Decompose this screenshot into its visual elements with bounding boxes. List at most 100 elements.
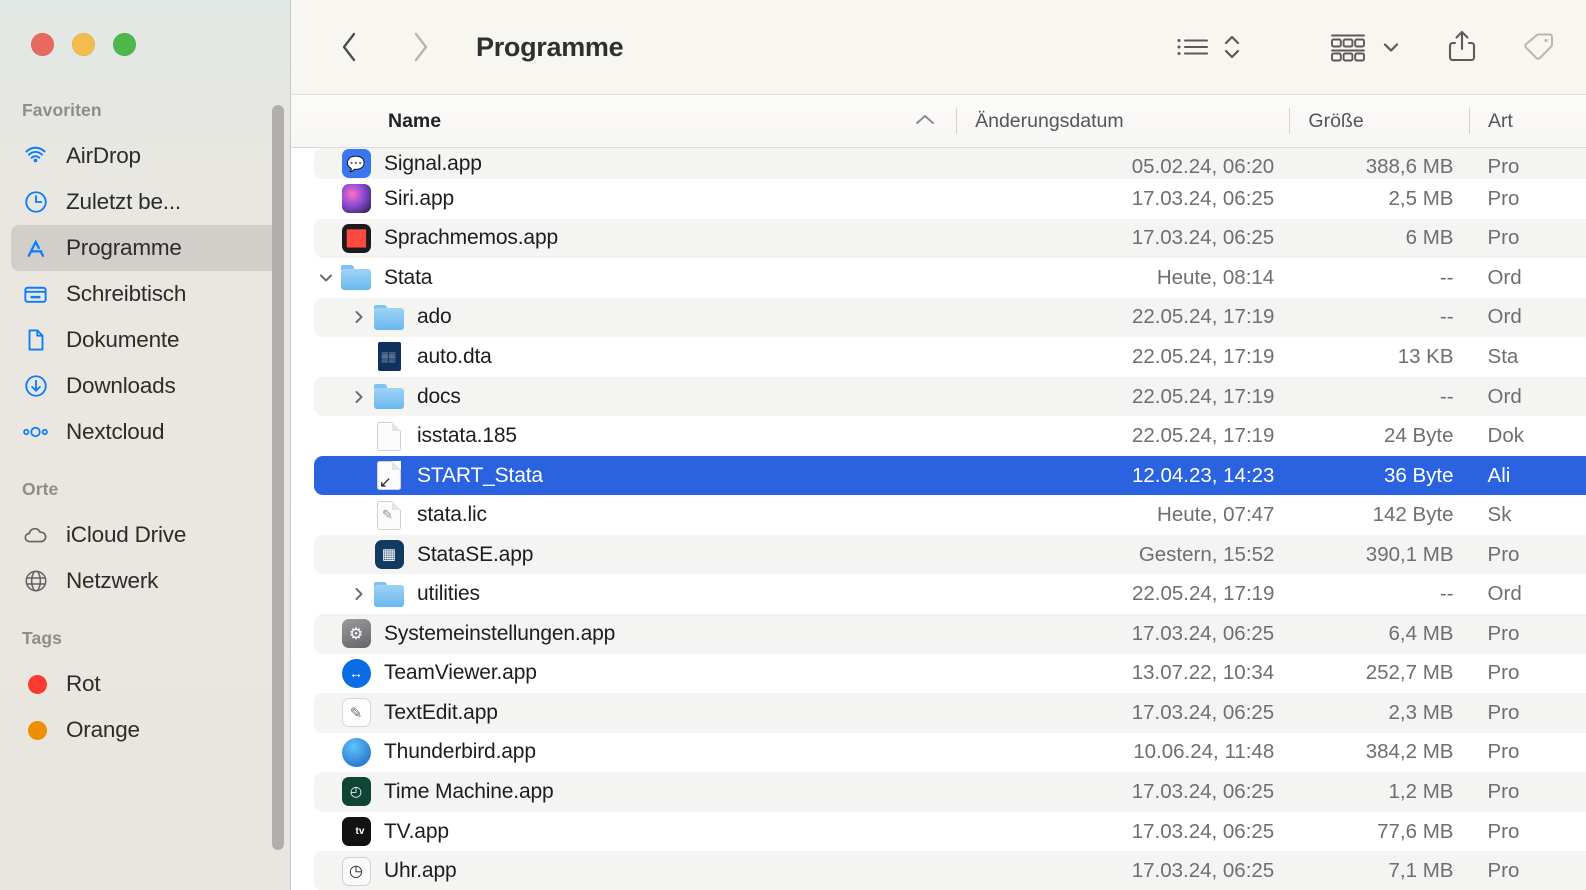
file-icon: ▦ xyxy=(374,540,404,570)
chevron-up-down-icon[interactable] xyxy=(1222,22,1242,72)
file-name-cell[interactable]: 💬 Signal.app xyxy=(291,148,956,179)
file-name-cell[interactable]: ✎ stata.lic xyxy=(291,495,957,535)
table-row[interactable]: ▐█▌ Sprachmemos.app 17.03.24, 06:25 6 MB Pro xyxy=(291,218,1586,259)
minimize-button[interactable] xyxy=(72,33,95,56)
sidebar-scrollbar[interactable] xyxy=(272,105,284,850)
file-name-cell[interactable]: ▦ StataSE.app xyxy=(291,535,957,575)
file-name-cell[interactable]: Siri.app xyxy=(291,179,956,219)
settings-app-icon: ⚙ xyxy=(341,619,371,649)
file-name-cell[interactable]: ⚙ Systemeinstellungen.app xyxy=(291,614,956,654)
main-content: Programme Name Änderungsdatum Größe Art … xyxy=(291,0,1586,890)
sidebar-item-dokumente[interactable]: Dokumente xyxy=(11,317,280,363)
table-row[interactable]: Thunderbird.app 10.06.24, 11:48 384,2 MB Pr… xyxy=(291,733,1586,773)
sidebar-item-label: Schreibtisch xyxy=(66,281,187,306)
file-name-cell[interactable]: ado xyxy=(291,298,957,338)
file-size-cell: 390,1 MB xyxy=(1365,542,1454,566)
table-row[interactable]: utilities 22.05.24, 17:19 -- Ord xyxy=(291,574,1586,614)
file-kind-cell: Sk xyxy=(1487,503,1512,527)
table-row[interactable]: ↙ START_Stata 12.04.23, 14:23 36 Byte Ali xyxy=(291,455,1586,496)
file-size-cell: -- xyxy=(1439,384,1454,408)
sidebar-item-downloads[interactable]: Downloads xyxy=(11,363,280,409)
column-header-size-label: Größe xyxy=(1308,109,1364,132)
sidebar-scroll-area[interactable]: Favoriten AirDrop Zuletzt be... Programm… xyxy=(0,96,291,890)
recents-clock-icon xyxy=(22,189,49,216)
file-date-cell: 12.04.23, 14:23 xyxy=(1131,463,1275,487)
disclosure-triangle-collapsed[interactable] xyxy=(348,386,370,408)
file-size-cell: 388,6 MB xyxy=(1365,155,1454,178)
file-name-cell[interactable]: ◴ Time Machine.app xyxy=(291,772,956,812)
list-view-icon[interactable] xyxy=(1174,22,1212,72)
file-date-cell: 13.07.22, 10:34 xyxy=(1131,661,1275,685)
file-name-label: stata.lic xyxy=(417,503,487,527)
table-row[interactable]: ✎ stata.lic Heute, 07:47 142 Byte Sk xyxy=(291,495,1586,535)
file-name-cell[interactable]: docs xyxy=(291,377,957,417)
column-header-kind[interactable]: Art xyxy=(1470,94,1586,148)
sidebar-item-schreibtisch[interactable]: Schreibtisch xyxy=(11,271,280,317)
file-name-cell[interactable]: isstata.185 xyxy=(291,416,957,456)
table-row[interactable]: ▒▒ auto.dta 22.05.24, 17:19 13 KB Sta xyxy=(291,337,1586,377)
sidebar-item-recents[interactable]: Zuletzt be... xyxy=(11,179,280,225)
sidebar-item-nextcloud[interactable]: Nextcloud xyxy=(11,409,280,455)
file-size-cell: 36 Byte xyxy=(1384,463,1454,487)
file-name-cell[interactable]: ▐█▌ Sprachmemos.app xyxy=(291,219,956,259)
disclosure-triangle-collapsed[interactable] xyxy=(348,306,370,328)
column-header-size[interactable]: Größe xyxy=(1290,94,1469,148)
file-name-cell[interactable]: ✎ TextEdit.app xyxy=(291,693,956,733)
file-date-cell: 22.05.24, 17:19 xyxy=(1131,582,1275,606)
sidebar-item-netzwerk[interactable]: Netzwerk xyxy=(11,558,280,604)
table-row[interactable]: Stata Heute, 08:14 -- Ord xyxy=(291,258,1586,298)
tag-icon[interactable] xyxy=(1518,22,1556,72)
sidebar: Favoriten AirDrop Zuletzt be... Programm… xyxy=(0,0,291,890)
file-name-label: Uhr.app xyxy=(384,859,457,883)
sidebar-item-programme[interactable]: Programme xyxy=(11,225,280,271)
file-name-cell[interactable]: tv TV.app xyxy=(291,812,956,852)
table-row[interactable]: ↔ TeamViewer.app 13.07.22, 10:34 252,7 MB Pr… xyxy=(291,654,1586,694)
file-name-label: docs xyxy=(417,384,461,408)
table-row[interactable]: ⚙ Systemeinstellungen.app 17.03.24, 06:25 6… xyxy=(291,614,1586,654)
file-name-cell[interactable]: Thunderbird.app xyxy=(291,733,956,773)
file-list[interactable]: 💬 Signal.app 05.02.24, 06:20 388,6 MB Pro Sir… xyxy=(291,148,1586,890)
disclosure-triangle-collapsed[interactable] xyxy=(348,583,370,605)
table-row[interactable]: ◷ Uhr.app 17.03.24, 06:25 7,1 MB Pro xyxy=(291,851,1586,890)
disclosure-triangle-expanded[interactable] xyxy=(315,267,337,289)
group-by-grid-icon[interactable] xyxy=(1328,22,1368,72)
file-name-cell[interactable]: ▒▒ auto.dta xyxy=(291,337,957,377)
zoom-button[interactable] xyxy=(113,33,136,56)
share-icon[interactable] xyxy=(1446,22,1478,72)
file-name-cell[interactable]: utilities xyxy=(291,574,957,614)
sidebar-item-icloud-drive[interactable]: iCloud Drive xyxy=(11,512,280,558)
table-row[interactable]: Siri.app 17.03.24, 06:25 2,5 MB Pro xyxy=(291,179,1586,219)
column-header-date[interactable]: Änderungsdatum xyxy=(957,94,1289,148)
sidebar-item-tag-rot[interactable]: Rot xyxy=(11,661,280,707)
back-button[interactable] xyxy=(327,25,371,69)
sidebar-item-tag-orange[interactable]: Orange xyxy=(11,707,280,753)
documents-icon xyxy=(22,327,49,354)
table-row[interactable]: 💬 Signal.app 05.02.24, 06:20 388,6 MB Pro xyxy=(291,148,1586,179)
table-row[interactable]: ado 22.05.24, 17:19 -- Ord xyxy=(291,297,1586,338)
close-button[interactable] xyxy=(31,33,54,56)
file-name-cell[interactable]: ↙ START_Stata xyxy=(291,456,957,496)
file-size-cell: 77,6 MB xyxy=(1377,819,1454,843)
table-row[interactable]: ✎ TextEdit.app 17.03.24, 06:25 2,3 MB Pro xyxy=(291,693,1586,733)
table-row[interactable]: isstata.185 22.05.24, 17:19 24 Byte Dok xyxy=(291,416,1586,456)
sidebar-item-airdrop[interactable]: AirDrop xyxy=(11,133,280,179)
file-name-cell[interactable]: ↔ TeamViewer.app xyxy=(291,654,956,694)
table-row[interactable]: docs 22.05.24, 17:19 -- Ord xyxy=(291,376,1586,417)
table-row[interactable]: ◴ Time Machine.app 17.03.24, 06:25 1,2 MB Pr… xyxy=(291,772,1586,812)
file-name-cell[interactable]: ◷ Uhr.app xyxy=(291,851,956,890)
table-row[interactable]: ▦ StataSE.app Gestern, 15:52 390,1 MB Pro xyxy=(291,534,1586,575)
file-name-cell[interactable]: Stata xyxy=(291,258,956,298)
forward-button[interactable] xyxy=(399,25,443,69)
chevron-down-icon[interactable] xyxy=(1380,22,1402,72)
sidebar-item-label: Nextcloud xyxy=(66,419,165,444)
file-date-cell: 17.03.24, 06:25 xyxy=(1131,819,1275,843)
globe-icon xyxy=(22,568,49,595)
file-date-cell: 17.03.24, 06:25 xyxy=(1131,859,1275,883)
table-row[interactable]: tv TV.app 17.03.24, 06:25 77,6 MB Pro xyxy=(291,812,1586,852)
sort-ascending-icon xyxy=(914,110,936,133)
column-header-name[interactable]: Name xyxy=(291,94,956,148)
